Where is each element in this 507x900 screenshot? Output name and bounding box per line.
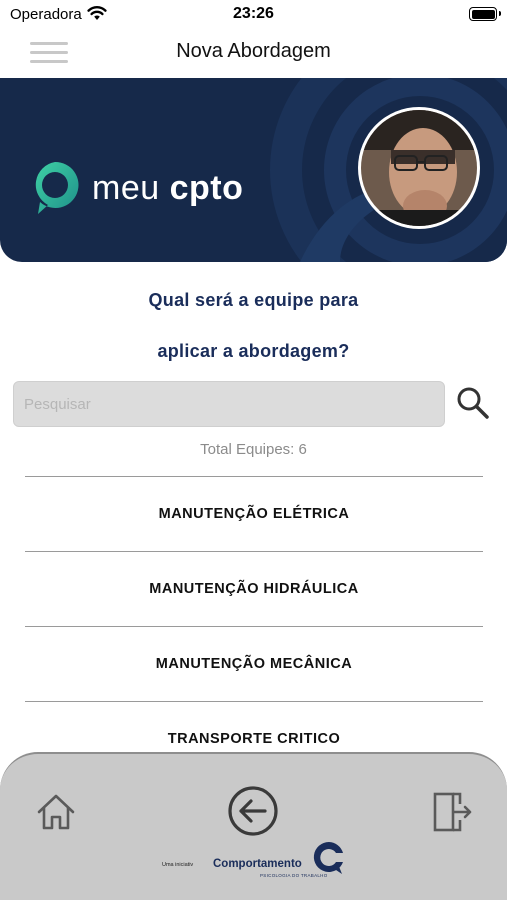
list-item[interactable]: MANUTENÇÃO ELÉTRICA — [25, 476, 483, 551]
exit-door-icon[interactable] — [430, 790, 474, 834]
meu-cpto-logo: meu cpto — [28, 156, 243, 220]
home-icon[interactable] — [34, 790, 78, 834]
question-line-1: Qual será a equipe para — [148, 290, 359, 310]
header-banner: meu cpto — [0, 78, 507, 262]
logo-text-light: meu — [92, 168, 170, 207]
initiative-label: Uma iniciativ — [162, 862, 194, 868]
avatar-portrait-illustration — [361, 110, 477, 226]
user-avatar[interactable] — [358, 107, 480, 229]
search-icon[interactable] — [455, 385, 491, 421]
arrow-left-circle-icon[interactable] — [226, 784, 280, 838]
avatar-photo — [361, 110, 477, 226]
navigation-bar: Nova Abordagem — [0, 28, 507, 78]
brand-name: Comportamento — [213, 858, 302, 870]
team-list: MANUTENÇÃO ELÉTRICA MANUTENÇÃO HIDRÁULIC… — [25, 476, 483, 776]
comportamento-logo-icon — [313, 841, 343, 874]
teams-total-count: Total Equipes: 6 — [200, 441, 307, 458]
battery-icon — [469, 7, 501, 21]
list-item[interactable]: MANUTENÇÃO HIDRÁULICA — [25, 551, 483, 626]
search-input[interactable] — [13, 381, 445, 427]
footer-brand-logo: Uma iniciativ Comportamento PSICOLOGIA D… — [160, 840, 350, 882]
logo-text-bold: cpto — [169, 168, 244, 207]
status-bar: Operadora 23:26 — [0, 0, 507, 28]
bottom-toolbar: Uma iniciativ Comportamento PSICOLOGIA D… — [0, 752, 507, 900]
list-item[interactable]: MANUTENÇÃO MECÂNICA — [25, 626, 483, 701]
question-line-2: aplicar a abordagem? — [157, 341, 350, 361]
speech-bubble-logo-icon — [35, 161, 79, 214]
page-title: Nova Abordagem — [176, 40, 331, 62]
logo-text: meu cpto — [92, 169, 243, 208]
status-time: 23:26 — [233, 5, 274, 22]
